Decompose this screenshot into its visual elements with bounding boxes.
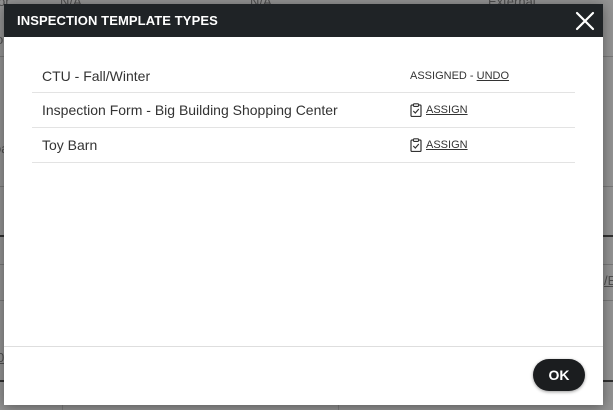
template-name: Inspection Form - Big Building Shopping … <box>42 102 338 118</box>
undo-link[interactable]: UNDO <box>477 70 509 82</box>
template-row: CTU - Fall/Winter ASSIGNED - UNDO <box>32 59 575 93</box>
clipboard-check-icon <box>410 138 422 152</box>
template-name: Toy Barn <box>42 137 98 153</box>
template-list: CTU - Fall/Winter ASSIGNED - UNDO Inspec… <box>4 37 603 346</box>
modal-header: INSPECTION TEMPLATE TYPES <box>4 4 603 37</box>
modal-title: INSPECTION TEMPLATE TYPES <box>17 13 218 28</box>
template-name: CTU - Fall/Winter <box>42 67 151 84</box>
close-icon <box>575 11 595 30</box>
inspection-template-types-dialog: INSPECTION TEMPLATE TYPES CTU - Fall/Win… <box>4 4 603 405</box>
assign-link[interactable]: ASSIGN <box>426 139 468 151</box>
template-row: Toy Barn ASSIGN <box>32 128 575 163</box>
assigned-status: ASSIGNED - <box>410 69 474 82</box>
assign-action[interactable]: ASSIGN <box>410 103 575 117</box>
template-row: Inspection Form - Big Building Shopping … <box>32 93 575 128</box>
modal-footer: OK <box>4 346 603 405</box>
template-status: ASSIGNED - UNDO <box>410 70 575 82</box>
assign-link[interactable]: ASSIGN <box>426 104 468 116</box>
ok-button[interactable]: OK <box>533 359 585 391</box>
clipboard-check-icon <box>410 103 422 117</box>
assign-action[interactable]: ASSIGN <box>410 138 575 152</box>
close-button[interactable] <box>573 9 597 33</box>
